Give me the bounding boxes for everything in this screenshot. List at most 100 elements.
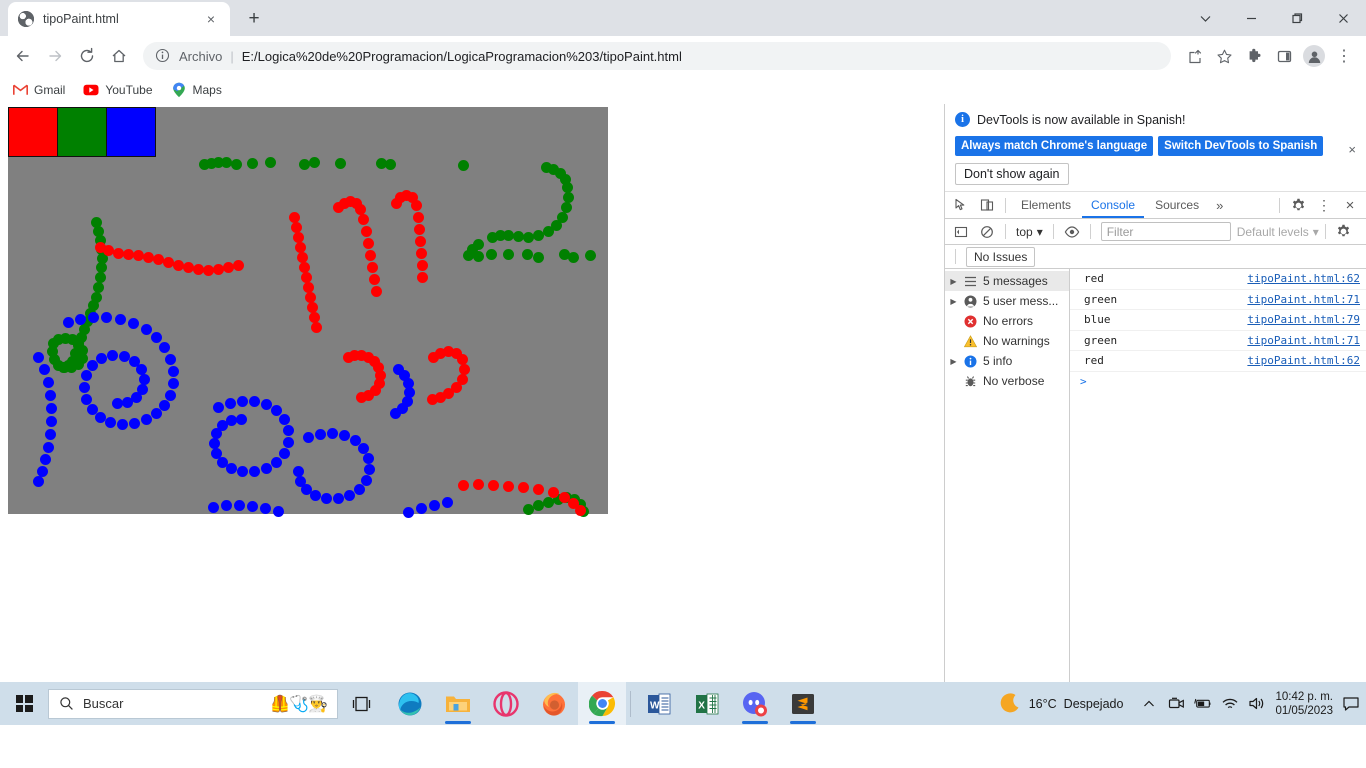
opera-icon[interactable] <box>482 682 530 725</box>
forward-button[interactable] <box>40 41 70 71</box>
puzzle-icon[interactable] <box>1240 42 1268 70</box>
maximize-icon[interactable] <box>1274 0 1320 36</box>
side-panel-icon[interactable] <box>1270 42 1298 70</box>
console-message-source-link[interactable]: tipoPaint.html:62 <box>1247 272 1360 285</box>
paint-dot-blue <box>302 431 314 443</box>
always-match-language-button[interactable]: Always match Chrome's language <box>955 136 1154 156</box>
no-issues-button[interactable]: No Issues <box>966 246 1036 267</box>
close-icon[interactable] <box>1320 0 1366 36</box>
paint-canvas[interactable] <box>8 107 608 518</box>
tab-elements[interactable]: Elements <box>1012 192 1080 218</box>
home-button[interactable] <box>104 41 134 71</box>
devtools-menu-icon[interactable]: ⋮ <box>1312 194 1336 216</box>
expand-triangle-icon[interactable]: ▶ <box>949 277 958 286</box>
console-message-source-link[interactable]: tipoPaint.html:71 <box>1247 334 1360 347</box>
expand-triangle-icon[interactable]: ▶ <box>949 357 958 366</box>
console-sidebar-item[interactable]: ▶ 5 info <box>945 351 1069 371</box>
device-toolbar-icon[interactable] <box>975 194 999 216</box>
console-message-source-link[interactable]: tipoPaint.html:62 <box>1247 354 1360 367</box>
more-tabs-icon[interactable]: » <box>1210 198 1229 213</box>
address-bar[interactable]: Archivo | E:/Logica%20de%20Programacion/… <box>143 42 1171 70</box>
star-icon[interactable] <box>1210 42 1238 70</box>
console-message-source-link[interactable]: tipoPaint.html:79 <box>1247 313 1360 326</box>
live-expression-icon[interactable] <box>1060 221 1084 243</box>
console-sidebar-item[interactable]: ▶No verbose <box>945 371 1069 391</box>
weather-widget[interactable]: 16°C Despejado <box>998 692 1123 716</box>
paint-dot-red <box>368 273 380 285</box>
minimize-icon[interactable] <box>1228 0 1274 36</box>
inspect-icon[interactable] <box>949 194 973 216</box>
task-view-icon[interactable] <box>338 682 386 725</box>
google-chrome-icon[interactable] <box>578 682 626 725</box>
paint-dot-red <box>416 271 428 283</box>
paint-dot-blue <box>140 323 152 335</box>
dont-show-again-button[interactable]: Don't show again <box>955 163 1069 185</box>
expand-triangle-icon[interactable]: ▶ <box>949 297 958 306</box>
console-sidebar-item[interactable]: ▶No warnings <box>945 331 1069 351</box>
paint-dot-blue <box>208 437 220 449</box>
paint-dot-green <box>485 248 497 260</box>
sublime-text-icon[interactable] <box>779 682 827 725</box>
clear-console-icon[interactable] <box>975 221 999 243</box>
execution-context-selector[interactable]: top ▾ <box>1012 225 1047 239</box>
close-icon[interactable]: × <box>1338 194 1362 216</box>
file-explorer-icon[interactable] <box>434 682 482 725</box>
windows-start-icon[interactable] <box>0 682 48 725</box>
taskbar-clock[interactable]: 10:42 p. m. 01/05/2023 <box>1275 690 1333 718</box>
tab-strip: tipoPaint.html × + <box>0 0 1366 36</box>
paint-dot-blue <box>278 447 290 459</box>
firefox-icon[interactable] <box>530 682 578 725</box>
console-message-source-link[interactable]: tipoPaint.html:71 <box>1247 293 1360 306</box>
paint-dot-blue <box>235 413 247 425</box>
profile-icon[interactable] <box>1300 42 1328 70</box>
console-output[interactable]: red tipoPaint.html:62 green tipoPaint.html:… <box>1070 269 1366 694</box>
console-sidebar-item[interactable]: ▶ 5 messages <box>945 271 1069 291</box>
notification-icon[interactable] <box>1342 695 1360 713</box>
globe-icon <box>18 11 34 27</box>
chevron-down-icon: ▾ <box>1036 224 1043 239</box>
reload-button[interactable] <box>72 41 102 71</box>
palette-swatch-green[interactable] <box>57 107 107 157</box>
bookmark-youtube[interactable]: YouTube <box>83 82 153 98</box>
close-icon[interactable]: × <box>202 10 220 28</box>
console-sidebar-icon[interactable] <box>949 221 973 243</box>
close-icon[interactable]: × <box>1348 142 1356 157</box>
tab-console[interactable]: Console <box>1082 192 1145 218</box>
paint-dot-blue <box>292 465 304 477</box>
microsoft-excel-icon[interactable]: X <box>683 682 731 725</box>
back-button[interactable] <box>8 41 38 71</box>
console-sidebar-item-label: 5 user mess... <box>983 294 1059 308</box>
browser-tab[interactable]: tipoPaint.html × <box>8 2 230 36</box>
bookmark-maps[interactable]: Maps <box>171 82 222 98</box>
bookmark-gmail[interactable]: Gmail <box>12 82 65 98</box>
microsoft-word-icon[interactable]: W <box>635 682 683 725</box>
console-sidebar-item[interactable]: ▶ 5 user mess... <box>945 291 1069 311</box>
new-tab-button[interactable]: + <box>240 5 268 33</box>
share-icon[interactable] <box>1180 42 1208 70</box>
switch-to-spanish-button[interactable]: Switch DevTools to Spanish <box>1158 136 1324 156</box>
paint-dot-red <box>357 213 369 225</box>
camera-icon[interactable] <box>1167 695 1185 713</box>
console-prompt[interactable]: > <box>1070 372 1366 388</box>
console-sidebar-item[interactable]: ▶No errors <box>945 311 1069 331</box>
tab-sources[interactable]: Sources <box>1146 192 1208 218</box>
log-levels-selector[interactable]: Default levels ▾ <box>1237 225 1319 239</box>
wifi-icon[interactable] <box>1221 695 1239 713</box>
paint-dot-blue <box>338 429 350 441</box>
paint-dot-red <box>354 203 366 215</box>
discord-icon[interactable] <box>731 682 779 725</box>
chrome-menu-button[interactable]: ⋮ <box>1330 42 1358 70</box>
search-input[interactable]: Buscar 🦺🩺👨‍🍳 <box>48 688 338 719</box>
paint-dot-red <box>288 211 300 223</box>
volume-icon[interactable] <box>1248 695 1266 713</box>
gear-icon[interactable] <box>1286 194 1310 216</box>
gear-icon[interactable] <box>1332 221 1356 243</box>
filter-input[interactable]: Filter <box>1100 222 1231 241</box>
paint-dot-red <box>132 249 144 261</box>
microsoft-edge-icon[interactable] <box>386 682 434 725</box>
palette-swatch-blue[interactable] <box>106 107 156 157</box>
battery-icon[interactable] <box>1194 695 1212 713</box>
chevron-down-icon[interactable] <box>1182 0 1228 36</box>
chevron-up-icon[interactable] <box>1140 695 1158 713</box>
palette-swatch-red[interactable] <box>8 107 58 157</box>
